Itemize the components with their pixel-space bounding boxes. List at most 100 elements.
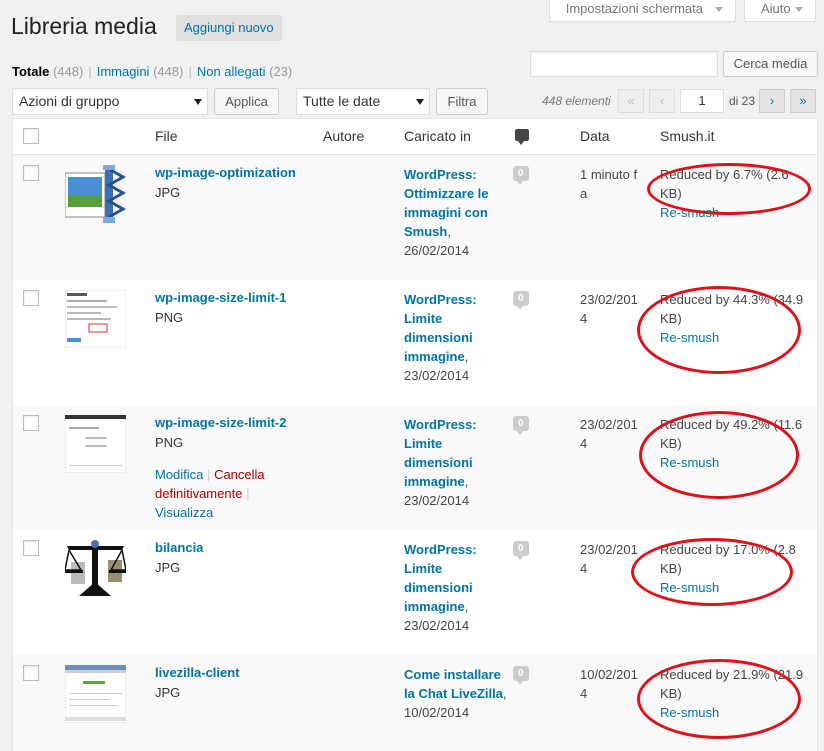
- media-title-link[interactable]: wp-image-optimization: [155, 165, 296, 180]
- filter-total-count: (448): [52, 64, 84, 79]
- smush-result: Reduced by 44.3% (34.9 KB): [660, 292, 804, 326]
- smush-result: Reduced by 49.2% (11.6 KB): [660, 417, 803, 451]
- search-media-button[interactable]: Cerca media: [723, 51, 818, 77]
- dropdown-arrow-icon: [416, 99, 424, 105]
- uploaded-to: WordPress: Limite dimensioni immagine, 2…: [404, 415, 514, 510]
- dropdown-arrow-icon: [194, 99, 202, 105]
- filter-separator: |: [188, 64, 192, 79]
- table-row: bilancia JPG WordPress: Limite dimension…: [13, 530, 817, 655]
- row-checkbox[interactable]: [23, 415, 39, 431]
- row-checkbox[interactable]: [23, 665, 39, 681]
- file-type: JPG: [155, 685, 181, 700]
- edit-link[interactable]: Modifica: [155, 467, 203, 482]
- smush-status: Reduced by 6.7% (2.6 KB) Re-smush: [660, 165, 812, 222]
- column-uploaded-to[interactable]: Caricato in: [404, 128, 471, 144]
- resmush-link[interactable]: Re-smush: [660, 705, 719, 720]
- smush-status: Reduced by 44.3% (34.9 KB) Re-smush: [660, 290, 812, 347]
- screenshot-thumb[interactable]: [65, 290, 126, 348]
- total-pages: di 23: [729, 94, 756, 108]
- table-header: File Autore Caricato in Data Smush.it: [13, 119, 817, 155]
- status-filters: Totale (448) | Immagini (448) | Non allegati…: [12, 64, 292, 79]
- comment-count-badge[interactable]: 0: [513, 166, 529, 185]
- filter-unattached-count: (23): [269, 64, 293, 79]
- row-checkbox[interactable]: [23, 540, 39, 556]
- file-type: PNG: [155, 435, 184, 450]
- file-type: JPG: [155, 185, 181, 200]
- screenshot-thumb[interactable]: [65, 415, 126, 473]
- comment-count-badge[interactable]: 0: [513, 541, 529, 560]
- comment-count-badge[interactable]: 0: [513, 666, 529, 685]
- filter-unattached[interactable]: Non allegati (23): [197, 64, 292, 79]
- column-author[interactable]: Autore: [323, 128, 364, 144]
- resmush-link[interactable]: Re-smush: [660, 205, 719, 220]
- row-actions: Modifica | Cancella definitivamente | Vi…: [155, 465, 280, 522]
- help-label: Aiuto: [761, 1, 791, 16]
- upload-date: 1 minuto fa: [580, 167, 638, 201]
- table-row: wp-image-optimization JPG WordPress: Ott…: [13, 155, 817, 280]
- search-input[interactable]: [530, 51, 718, 77]
- filter-images[interactable]: Immagini (448): [97, 64, 184, 79]
- resmush-link[interactable]: Re-smush: [660, 330, 719, 345]
- action-separator: |: [207, 467, 211, 482]
- current-page-input[interactable]: 1: [680, 89, 724, 113]
- last-page-button[interactable]: »: [790, 89, 816, 113]
- compress-icon[interactable]: [65, 165, 126, 223]
- column-smush: Smush.it: [660, 128, 715, 144]
- uploaded-to: WordPress: Limite dimensioni immagine, 2…: [404, 540, 514, 635]
- upload-date: 10/02/2014: [580, 667, 638, 701]
- comment-count-badge[interactable]: 0: [513, 291, 529, 310]
- smush-result: Reduced by 6.7% (2.6 KB): [660, 167, 789, 201]
- add-new-button[interactable]: Aggiungi nuovo: [176, 15, 282, 41]
- apply-button[interactable]: Applica: [214, 88, 279, 115]
- items-count: 448 elementi: [542, 94, 611, 108]
- smush-status: Reduced by 49.2% (11.6 KB) Re-smush: [660, 415, 812, 472]
- media-title-link[interactable]: bilancia: [155, 540, 203, 555]
- resmush-link[interactable]: Re-smush: [660, 455, 719, 470]
- filter-images-label: Immagini: [96, 64, 150, 79]
- column-date[interactable]: Data: [580, 128, 610, 144]
- chevron-down-icon: [795, 7, 803, 12]
- filter-images-count: (448): [153, 64, 184, 79]
- uploaded-to: Come installare la Chat LiveZilla, 10/02…: [404, 665, 514, 722]
- file-type: PNG: [155, 310, 184, 325]
- comment-count-badge[interactable]: 0: [513, 416, 529, 435]
- action-separator: |: [246, 486, 250, 501]
- smush-result: Reduced by 17.0% (2.8 KB): [660, 542, 796, 576]
- chevron-down-icon: [715, 7, 723, 12]
- first-page-button[interactable]: «: [618, 89, 644, 113]
- column-file[interactable]: File: [155, 128, 178, 144]
- filter-total[interactable]: Totale (448): [12, 64, 83, 79]
- upload-date: 23/02/2014: [580, 292, 638, 326]
- media-table: File Autore Caricato in Data Smush.it wp…: [12, 118, 818, 751]
- smush-result: Reduced by 21.9% (21.9 KB): [660, 667, 804, 701]
- upload-date: 23/02/2014: [580, 417, 638, 451]
- comment-bubble-icon[interactable]: [515, 129, 529, 145]
- media-title-link[interactable]: livezilla-client: [155, 665, 240, 680]
- row-checkbox[interactable]: [23, 290, 39, 306]
- smush-status: Reduced by 17.0% (2.8 KB) Re-smush: [660, 540, 812, 597]
- filter-total-label: Totale: [12, 64, 50, 79]
- date-filter-select[interactable]: Tutte le date: [296, 88, 430, 115]
- table-row: livezilla-client JPG Come installare la …: [13, 655, 817, 751]
- screen-options-label: Impostazioni schermata: [565, 1, 703, 16]
- uploaded-to: WordPress: Ottimizzare le immagini con S…: [404, 165, 514, 260]
- parent-post-link[interactable]: Come installare la Chat LiveZilla: [404, 667, 503, 701]
- resmush-link[interactable]: Re-smush: [660, 580, 719, 595]
- media-title-link[interactable]: wp-image-size-limit-2: [155, 415, 286, 430]
- scale-icon[interactable]: [65, 540, 126, 598]
- screen-options-tab[interactable]: Impostazioni schermata: [548, 0, 736, 22]
- select-all-checkbox[interactable]: [23, 128, 39, 144]
- media-title-link[interactable]: wp-image-size-limit-1: [155, 290, 286, 305]
- table-row: wp-image-size-limit-2 PNG Modifica | Can…: [13, 405, 817, 530]
- screenshot-thumb[interactable]: [65, 665, 126, 723]
- filter-button[interactable]: Filtra: [436, 88, 488, 115]
- bulk-actions-value: Azioni di gruppo: [19, 93, 120, 109]
- view-link[interactable]: Visualizza: [155, 505, 213, 520]
- bulk-actions-select[interactable]: Azioni di gruppo: [12, 88, 208, 115]
- row-checkbox[interactable]: [23, 165, 39, 181]
- upload-date: 23/02/2014: [580, 542, 638, 576]
- date-filter-value: Tutte le date: [303, 93, 381, 109]
- help-tab[interactable]: Aiuto: [744, 0, 816, 22]
- next-page-button[interactable]: ›: [759, 89, 785, 113]
- prev-page-button[interactable]: ‹: [649, 89, 675, 113]
